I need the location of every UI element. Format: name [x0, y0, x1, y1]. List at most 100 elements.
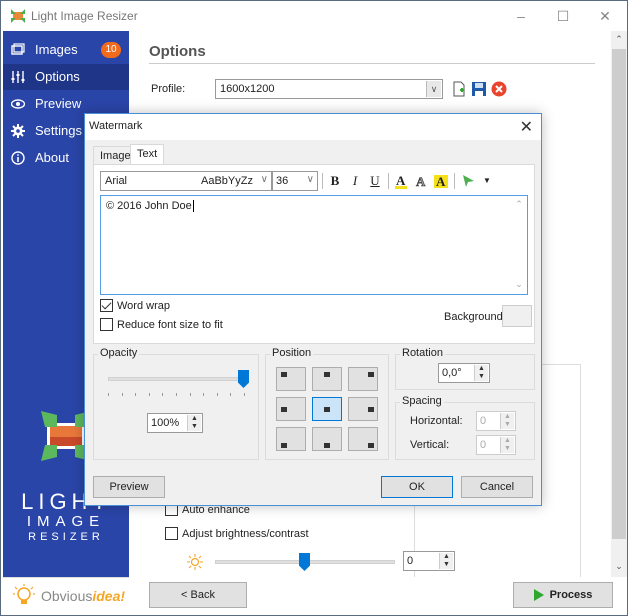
anchor-dot-icon — [281, 372, 287, 377]
slider-tick — [216, 393, 218, 396]
slider-tick — [230, 393, 232, 396]
delete-profile-icon[interactable] — [491, 81, 507, 97]
title-divider — [149, 63, 595, 64]
anchor-dot-icon — [281, 443, 287, 448]
font-size-value: 36 — [276, 175, 289, 187]
vertical-scrollbar[interactable]: ⌃ ⌄ — [611, 31, 627, 577]
ok-button[interactable]: OK — [381, 476, 453, 498]
text-shadow-icon[interactable] — [460, 172, 478, 190]
profile-label: Profile: — [151, 83, 186, 95]
chevron-down-icon: ∨ — [306, 174, 314, 185]
save-profile-icon[interactable] — [471, 81, 487, 97]
text-color-icon[interactable]: A — [392, 172, 410, 190]
opacity-slider-thumb[interactable] — [238, 370, 249, 388]
text-cursor — [192, 200, 194, 212]
brightness-value: 0 — [407, 555, 414, 567]
vertical-spacing-spinbox[interactable]: 0 ▲ ▼ — [476, 435, 516, 455]
brightness-slider-thumb[interactable] — [299, 553, 310, 571]
text-outline-icon[interactable]: A — [412, 172, 430, 190]
watermark-text-input[interactable]: © 2016 John Doe ⌃ ⌄ — [100, 195, 528, 295]
checkbox-box[interactable] — [165, 527, 178, 540]
bold-button[interactable]: B — [326, 172, 344, 190]
sliders-icon — [11, 71, 25, 83]
new-profile-icon[interactable] — [451, 81, 467, 97]
profile-value: 1600x1200 — [220, 83, 275, 95]
images-icon — [11, 43, 25, 55]
slider-tick — [244, 393, 245, 396]
text-highlight-icon[interactable]: A — [432, 172, 450, 190]
toolbar-divider — [388, 173, 389, 189]
tab-text[interactable]: Text — [130, 144, 165, 164]
minimize-button[interactable]: – — [501, 5, 541, 27]
sidebar-item-label: About — [35, 150, 69, 165]
slider-tick — [176, 393, 177, 396]
spin-arrows-icon[interactable]: ▲ ▼ — [439, 553, 453, 569]
cancel-button[interactable]: Cancel — [461, 476, 533, 498]
sidebar-item-images[interactable]: Images 10 — [3, 37, 129, 63]
position-top-right-button[interactable] — [348, 367, 378, 391]
position-middle-right-button[interactable] — [348, 397, 378, 421]
position-middle-center-button[interactable] — [312, 397, 342, 421]
process-button[interactable]: Process — [513, 582, 613, 608]
scrollbar-thumb[interactable] — [612, 49, 626, 539]
checkbox-box[interactable] — [100, 318, 113, 331]
horizontal-spacing-spinbox[interactable]: 0 ▲ ▼ — [476, 411, 516, 431]
sidebar-item-label: Settings — [35, 123, 82, 138]
back-button[interactable]: < Back — [149, 582, 247, 608]
opacity-group: Opacity 100% ▲ ▼ — [93, 347, 259, 460]
font-size-select[interactable]: 36 ∨ — [272, 171, 318, 191]
sidebar-item-label: Preview — [35, 96, 82, 111]
position-bottom-left-button[interactable] — [276, 427, 306, 451]
scroll-up-icon[interactable]: ⌃ — [611, 34, 627, 45]
anchor-dot-icon — [368, 443, 374, 448]
spin-arrows-icon[interactable]: ▲ ▼ — [500, 413, 514, 429]
underline-button[interactable]: U — [366, 172, 384, 190]
position-group: Position — [265, 347, 389, 460]
position-bottom-right-button[interactable] — [348, 427, 378, 451]
sidebar-item-options[interactable]: Options — [3, 64, 129, 90]
dialog-close-button[interactable]: ✕ — [520, 117, 533, 137]
vertical-label: Vertical: — [410, 439, 450, 451]
anchor-dot-icon — [281, 407, 287, 412]
sidebar-item-label: Images — [35, 42, 78, 57]
anchor-dot-icon — [324, 443, 330, 448]
maximize-button[interactable]: ☐ — [543, 5, 583, 27]
slider-tick — [162, 393, 164, 396]
spin-arrows-icon[interactable]: ▲ ▼ — [474, 365, 488, 381]
preview-button[interactable]: Preview — [93, 476, 165, 498]
position-top-center-button[interactable] — [312, 367, 342, 391]
brand-part2: idea! — [92, 588, 126, 604]
adjust-brightness-label: Adjust brightness/contrast — [182, 527, 309, 540]
italic-button[interactable]: I — [346, 172, 364, 190]
reduce-font-checkbox[interactable]: Reduce font size to fit — [100, 318, 223, 331]
scroll-down-icon[interactable]: ⌄ — [611, 561, 627, 572]
profile-select[interactable]: 1600x1200 ∨ — [215, 79, 443, 99]
brightness-spinbox[interactable]: 0 ▲ ▼ — [403, 551, 455, 571]
rotation-value: 0,0° — [442, 367, 462, 379]
obviousidea-logo[interactable]: Obviousidea! — [3, 577, 129, 613]
spin-arrows-icon[interactable]: ▲ ▼ — [187, 415, 201, 431]
close-window-button[interactable]: ✕ — [585, 5, 625, 27]
rotation-spinbox[interactable]: 0,0° ▲ ▼ — [438, 363, 490, 383]
position-bottom-center-button[interactable] — [312, 427, 342, 451]
text-scrollbar[interactable]: ⌃ ⌄ — [512, 197, 526, 293]
scroll-up-icon[interactable]: ⌃ — [512, 199, 526, 210]
anchor-dot-icon — [324, 372, 330, 377]
checkbox-box[interactable] — [100, 299, 113, 312]
position-middle-left-button[interactable] — [276, 397, 306, 421]
anchor-dot-icon — [368, 372, 374, 377]
background-color-swatch[interactable] — [502, 305, 532, 327]
spin-arrows-icon[interactable]: ▲ ▼ — [500, 437, 514, 453]
adjust-brightness-checkbox[interactable]: Adjust brightness/contrast — [165, 527, 309, 540]
font-family-select[interactable]: Arial AaBbYyZz ∨ — [100, 171, 272, 191]
toolbar-divider — [454, 173, 455, 189]
sidebar-item-label: Options — [35, 69, 80, 84]
opacity-spinbox[interactable]: 100% ▲ ▼ — [147, 413, 203, 433]
slider-tick — [108, 393, 109, 396]
scroll-down-icon[interactable]: ⌄ — [512, 279, 526, 290]
process-label: Process — [549, 589, 593, 601]
position-top-left-button[interactable] — [276, 367, 306, 391]
word-wrap-checkbox[interactable]: Word wrap — [100, 299, 170, 312]
opacity-slider-track[interactable] — [108, 377, 244, 381]
shadow-dropdown-icon[interactable]: ▼ — [478, 172, 496, 190]
